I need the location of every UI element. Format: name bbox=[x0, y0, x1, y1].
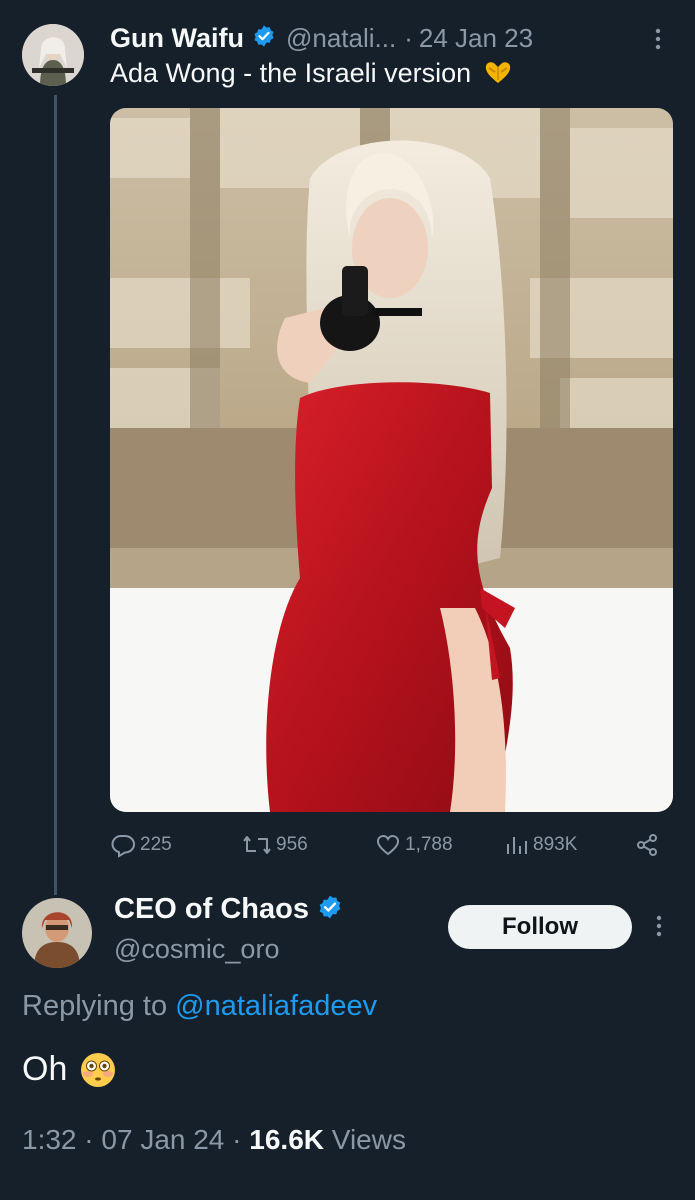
heart-hands-emoji bbox=[483, 58, 513, 86]
reply-count-button[interactable]: 225 bbox=[110, 832, 172, 858]
avatar-image bbox=[22, 24, 84, 86]
replying-to-prefix: Replying to bbox=[22, 990, 168, 1022]
replying-to-handle-link[interactable]: @nataliafadeev bbox=[175, 990, 377, 1022]
avatar-gun-waifu[interactable] bbox=[22, 24, 84, 86]
avatar-image bbox=[22, 898, 92, 968]
reply-count: 225 bbox=[140, 834, 172, 855]
reply-text-body: Oh bbox=[22, 1050, 68, 1088]
analytics-icon bbox=[505, 832, 529, 858]
reply-views-label: Views bbox=[331, 1124, 406, 1155]
reply-display-name[interactable]: CEO of Chaos bbox=[114, 893, 309, 926]
reply-handle[interactable]: @cosmic_oro bbox=[114, 934, 279, 965]
avatar-ceo-of-chaos[interactable] bbox=[22, 898, 92, 968]
reply-time[interactable]: 1:32 bbox=[22, 1124, 77, 1155]
retweet-count: 956 bbox=[276, 834, 308, 855]
reply-more-options-icon[interactable] bbox=[651, 913, 667, 939]
tweet-text-body: Ada Wong - the Israeli version bbox=[110, 58, 472, 88]
share-icon[interactable] bbox=[634, 832, 660, 858]
photo-woman-red-dress bbox=[110, 108, 673, 812]
heart-icon bbox=[375, 832, 401, 858]
separator: · bbox=[404, 22, 413, 53]
meta-separator-1: · bbox=[84, 1124, 94, 1155]
verified-badge-icon bbox=[252, 24, 276, 53]
retweet-icon bbox=[242, 832, 272, 858]
reply-date[interactable]: 07 Jan 24 bbox=[101, 1124, 224, 1155]
reply-icon bbox=[110, 832, 136, 858]
thread-line bbox=[54, 95, 57, 895]
tweet-header: Gun Waifu @natali... · 24 Jan 23 bbox=[110, 18, 670, 58]
display-name[interactable]: Gun Waifu bbox=[110, 23, 244, 54]
reply-header: CEO of Chaos bbox=[114, 893, 343, 926]
reply-text: Oh bbox=[22, 1050, 117, 1089]
tweet-text: Ada Wong - the Israeli version bbox=[110, 58, 513, 89]
replying-to-line: Replying to @nataliafadeev bbox=[22, 990, 377, 1023]
follow-button[interactable]: Follow bbox=[448, 905, 632, 949]
more-options-icon[interactable] bbox=[650, 26, 666, 52]
retweet-count-button[interactable]: 956 bbox=[242, 832, 308, 858]
tweet-media-image[interactable] bbox=[110, 108, 673, 812]
verified-badge-icon bbox=[317, 894, 343, 925]
like-count: 1,788 bbox=[405, 834, 453, 855]
views-count: 893K bbox=[533, 834, 578, 855]
meta-separator-2: · bbox=[232, 1124, 242, 1155]
handle[interactable]: @natali... bbox=[286, 23, 396, 54]
like-count-button[interactable]: 1,788 bbox=[375, 832, 453, 858]
reply-meta: 1:32 · 07 Jan 24 · 16.6K Views bbox=[22, 1124, 406, 1156]
tweet-date[interactable]: 24 Jan 23 bbox=[419, 23, 533, 54]
flushed-face-emoji bbox=[79, 1051, 117, 1089]
reply-views-count: 16.6K bbox=[249, 1124, 324, 1155]
views-count-button[interactable]: 893K bbox=[505, 832, 577, 858]
